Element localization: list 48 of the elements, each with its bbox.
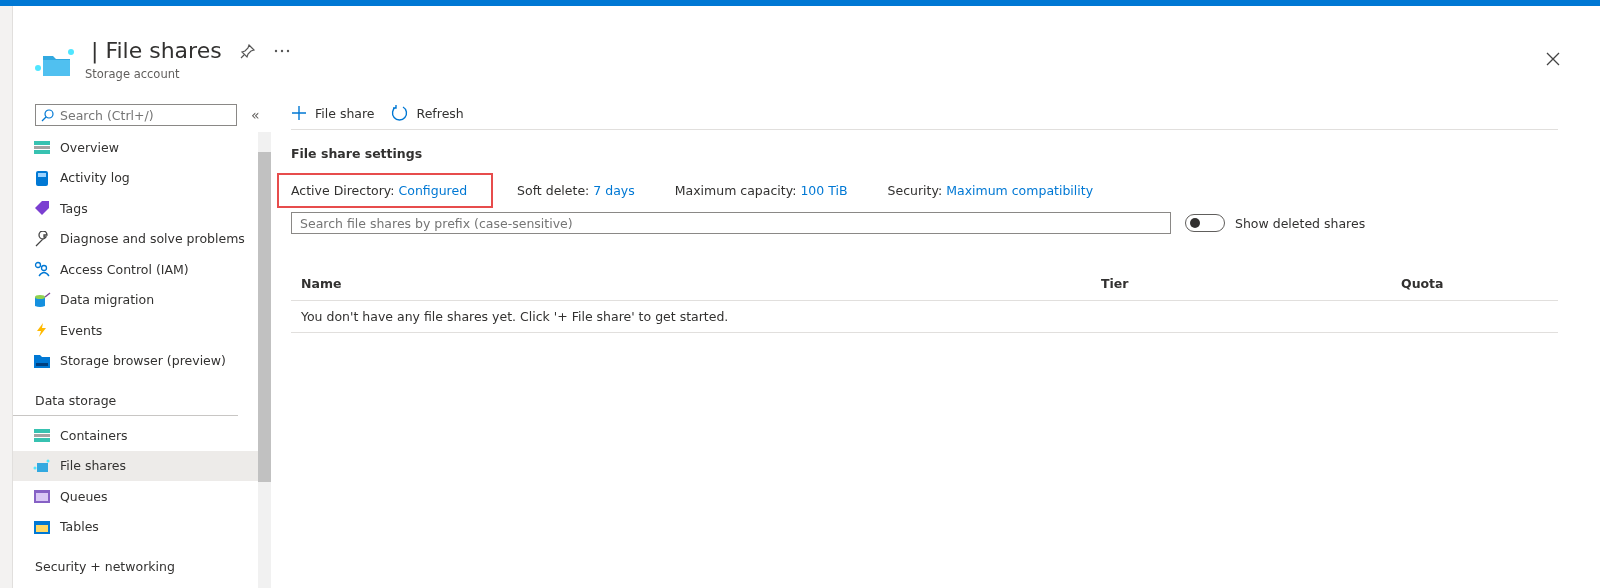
sidebar-item[interactable]: Events [13,315,258,346]
column-header: Tier [1101,276,1130,291]
sidebar-item[interactable]: Containers [13,420,258,451]
toggle-label: Show deleted shares [1235,215,1366,231]
sidebar-item[interactable]: Overview [13,132,258,163]
setting-label: Active Directory: [291,183,395,198]
page-title: | File shares [90,38,222,63]
refresh-icon [390,104,409,122]
page-subtitle: Storage account [85,67,181,81]
refresh-button[interactable]: Refresh [390,104,464,122]
sidebar-item[interactable]: Storage browser (preview) [13,345,258,376]
section-heading: Data storage [13,376,238,416]
setting-link[interactable]: Configured [398,183,468,198]
column-header: Quota [1401,276,1445,291]
column-header: Name [301,276,343,291]
scrollbar[interactable] [258,132,271,588]
setting-link[interactable]: 100 TiB [800,183,848,198]
fileshare-icon [33,457,51,474]
search-icon [41,109,54,122]
setting-label: Soft delete: [517,183,590,198]
sidebar-item[interactable]: Activity log [13,162,258,193]
table-icon [33,518,51,535]
sidebar-item[interactable]: Data migration [13,284,258,315]
queue-icon [33,488,51,505]
add-file-share-button[interactable]: File share [291,104,375,122]
setting-label: Maximum capacity: [674,183,797,198]
sidebar-item[interactable]: Queues [13,481,258,512]
sidebar-item[interactable]: File shares [13,450,258,481]
setting-link[interactable]: Maximum compatibility [946,183,1094,198]
sidebar-item[interactable]: Tables [13,511,258,542]
close-icon[interactable] [1546,52,1560,66]
plus-icon [291,105,307,121]
sidebar-item[interactable]: Diagnose and solve problems [13,223,258,254]
setting-label: Security: [887,183,943,198]
tag-icon [33,200,51,217]
section-title: File share settings [291,146,424,161]
empty-message: You don't have any file shares yet. Click '+ File share' to get started. [291,301,1558,333]
more-icon[interactable] [273,48,290,53]
wrench-icon [33,230,51,247]
sidebar-item[interactable]: Access Control (IAM) [13,254,258,285]
people-icon [33,261,51,278]
filter-field[interactable]: Search file shares by prefix (case-sensitive) [291,212,1171,234]
sidebar-item[interactable]: Tags [13,193,258,224]
setting-link[interactable]: 7 days [593,183,635,198]
pin-icon[interactable] [239,42,256,59]
collapse-button[interactable]: « [251,107,260,123]
search-field[interactable]: Search (Ctrl+/) [35,104,237,126]
section-heading: Security + networking [34,558,176,576]
